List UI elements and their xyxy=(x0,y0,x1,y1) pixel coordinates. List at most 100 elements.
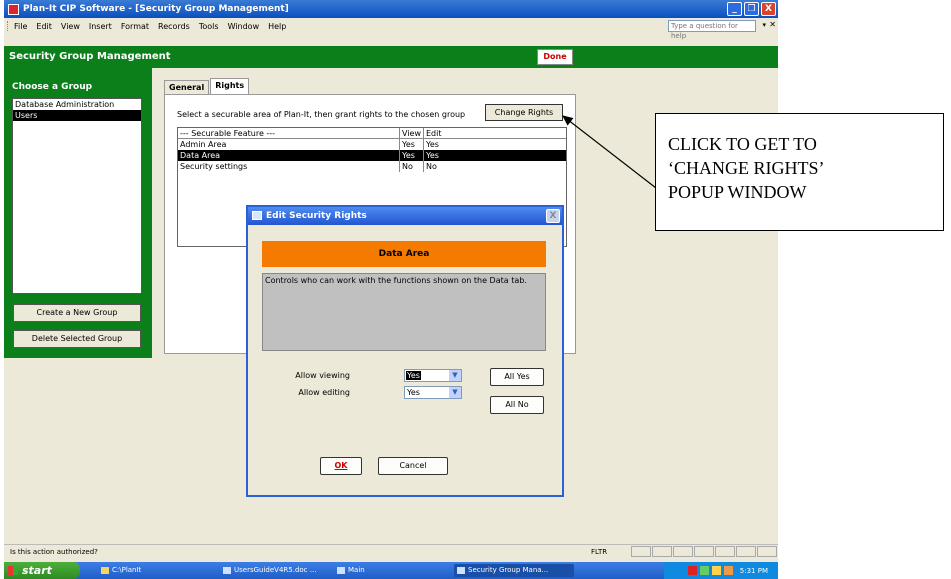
clock: 5:31 PM xyxy=(739,566,768,575)
form-header: Security Group Management Done xyxy=(4,46,778,68)
ok-button[interactable]: OK xyxy=(320,457,362,475)
delete-group-button[interactable]: Delete Selected Group xyxy=(13,330,141,348)
taskbar-item-label: UsersGuideV4R5.doc ... xyxy=(234,566,317,574)
column-header-edit: Edit xyxy=(426,129,442,138)
dialog-title: Edit Security Rights xyxy=(266,211,367,221)
menu-records[interactable]: Records xyxy=(158,22,190,31)
start-label: start xyxy=(22,564,52,577)
window-title: Plan-It CIP Software - [Security Group M… xyxy=(23,4,289,14)
title-bar: Plan-It CIP Software - [Security Group M… xyxy=(4,0,778,18)
filter-indicator: FLTR xyxy=(591,548,608,556)
view-cell: No xyxy=(400,161,424,172)
area-name-banner: Data Area xyxy=(262,241,546,267)
taskbar-item-folder[interactable]: C:\PlanIt xyxy=(98,564,198,577)
table-row[interactable]: Security settings No No xyxy=(178,161,566,172)
allow-editing-value: Yes xyxy=(407,388,420,397)
start-button[interactable]: start xyxy=(4,562,80,579)
area-description: Controls who can work with the functions… xyxy=(262,273,546,351)
allow-viewing-label: Allow viewing xyxy=(295,371,350,380)
form-icon xyxy=(337,567,345,574)
menu-grip-icon xyxy=(7,21,11,31)
group-panel: Choose a Group Database Administration U… xyxy=(4,68,152,358)
application-window: Plan-It CIP Software - [Security Group M… xyxy=(4,0,778,579)
choose-group-label: Choose a Group xyxy=(12,82,93,92)
annotation-callout: CLICK TO GET TO ‘CHANGE RIGHTS’ POPUP WI… xyxy=(655,113,944,231)
edit-cell: No xyxy=(426,162,437,171)
table-row-selected[interactable]: Data Area Yes Yes xyxy=(178,150,566,161)
status-indicators xyxy=(631,546,778,557)
status-text: Is this action authorized? xyxy=(10,548,98,556)
document-icon xyxy=(223,567,231,574)
taskbar-item-document[interactable]: UsersGuideV4R5.doc ... xyxy=(220,564,330,577)
taskbar-item-security[interactable]: Security Group Mana... xyxy=(454,564,574,577)
all-yes-button[interactable]: All Yes xyxy=(490,368,544,386)
tray-security-icon[interactable] xyxy=(723,566,733,575)
tab-strip: General Rights xyxy=(164,78,250,94)
tray-volume-icon[interactable] xyxy=(711,566,721,575)
group-item[interactable]: Database Administration xyxy=(13,99,141,110)
allow-viewing-value: Yes xyxy=(406,371,421,380)
edit-cell: Yes xyxy=(426,151,439,160)
app-icon xyxy=(8,3,19,15)
taskbar-item-label: Security Group Mana... xyxy=(468,566,549,574)
group-list[interactable]: Database Administration Users xyxy=(12,98,142,294)
menu-file[interactable]: File xyxy=(14,22,27,31)
windows-logo-icon xyxy=(8,566,18,575)
taskbar-item-main[interactable]: Main xyxy=(334,564,434,577)
form-icon xyxy=(457,567,465,574)
dialog-close-button[interactable]: X xyxy=(546,209,560,223)
create-group-button[interactable]: Create a New Group xyxy=(13,304,141,322)
group-item-selected[interactable]: Users xyxy=(13,110,141,121)
allow-editing-label: Allow editing xyxy=(298,388,350,397)
folder-icon xyxy=(101,567,109,574)
form-title: Security Group Management xyxy=(9,51,171,62)
view-cell: Yes xyxy=(400,150,424,161)
all-no-button[interactable]: All No xyxy=(490,396,544,414)
menu-format[interactable]: Format xyxy=(121,22,149,31)
dialog-title-bar: Edit Security Rights X xyxy=(248,207,562,225)
feature-cell: Admin Area xyxy=(178,139,400,150)
tab-rights[interactable]: Rights xyxy=(210,78,250,94)
taskbar-item-label: C:\PlanIt xyxy=(112,566,142,574)
chevron-down-icon[interactable]: ▼ xyxy=(449,370,461,381)
menu-insert[interactable]: Insert xyxy=(89,22,112,31)
callout-line: CLICK TO GET TO xyxy=(668,134,817,154)
help-search-input[interactable]: Type a question for help xyxy=(668,20,756,40)
chevron-down-icon[interactable]: ▼ xyxy=(449,387,461,398)
tray-app-icon[interactable] xyxy=(687,566,697,575)
feature-cell: Security settings xyxy=(178,161,400,172)
help-dropdown-icon[interactable]: ▾ xyxy=(762,21,766,29)
tray-network-icon[interactable] xyxy=(699,566,709,575)
taskbar: start C:\PlanIt UsersGuideV4R5.doc ... M… xyxy=(4,562,778,579)
minimize-button[interactable]: _ xyxy=(727,2,742,16)
allow-editing-select[interactable]: Yes ▼ xyxy=(404,386,462,399)
system-tray: 5:31 PM xyxy=(664,562,778,579)
callout-line: POPUP WINDOW xyxy=(668,182,807,202)
menu-edit[interactable]: Edit xyxy=(36,22,52,31)
table-row[interactable]: Admin Area Yes Yes xyxy=(178,139,566,150)
edit-security-rights-dialog: Edit Security Rights X Data Area Control… xyxy=(246,205,564,497)
view-cell: Yes xyxy=(400,139,424,150)
cancel-button[interactable]: Cancel xyxy=(378,457,448,475)
menu-tools[interactable]: Tools xyxy=(199,22,219,31)
callout-text: CLICK TO GET TO ‘CHANGE RIGHTS’ POPUP WI… xyxy=(668,132,938,204)
done-button[interactable]: Done xyxy=(537,49,573,65)
edit-cell: Yes xyxy=(426,140,439,149)
menu-view[interactable]: View xyxy=(61,22,80,31)
change-rights-button[interactable]: Change Rights xyxy=(485,104,563,121)
callout-line: ‘CHANGE RIGHTS’ xyxy=(668,158,825,178)
allow-viewing-select[interactable]: Yes ▼ xyxy=(404,369,462,382)
column-header-feature: --- Securable Feature --- xyxy=(178,128,400,138)
feature-cell: Data Area xyxy=(178,150,400,161)
rights-instruction: Select a securable area of Plan-It, then… xyxy=(177,110,466,119)
status-bar: Is this action authorized? FLTR xyxy=(4,544,778,558)
tab-general[interactable]: General xyxy=(164,80,210,94)
taskbar-item-label: Main xyxy=(348,566,365,574)
menu-window[interactable]: Window xyxy=(228,22,260,31)
close-button[interactable]: X xyxy=(761,2,776,16)
form-icon xyxy=(252,211,262,220)
menu-bar: File Edit View Insert Format Records Too… xyxy=(4,18,778,40)
menu-help[interactable]: Help xyxy=(268,22,286,31)
doc-close-icon[interactable]: ✕ xyxy=(769,20,776,29)
restore-button[interactable]: ❐ xyxy=(744,2,759,16)
